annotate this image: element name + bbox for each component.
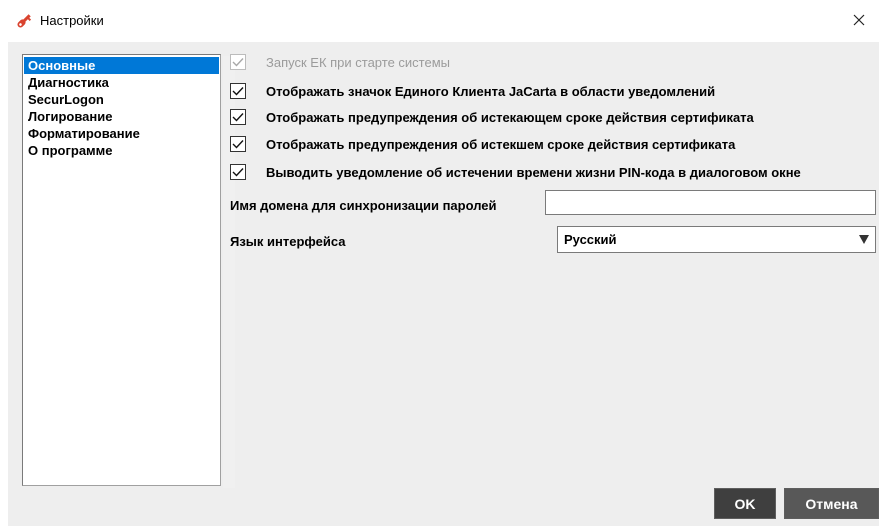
tray-icon-checkbox[interactable]: [230, 83, 246, 99]
check-icon: [232, 140, 244, 149]
sidebar-item-formatting[interactable]: Форматирование: [24, 125, 219, 142]
option-autostart[interactable]: Запуск ЕК при старте системы: [230, 52, 450, 72]
cancel-button[interactable]: Отмена: [784, 488, 879, 519]
window-title: Настройки: [40, 13, 104, 28]
language-selected-value: Русский: [564, 232, 617, 247]
language-label: Язык интерфейса: [230, 234, 346, 249]
pin-lifetime-label: Выводить уведомление об истечении времен…: [266, 164, 801, 180]
settings-category-list[interactable]: Основные Диагностика SecurLogon Логирова…: [22, 54, 235, 488]
option-expiring-cert-warning[interactable]: Отображать предупреждения об истекающем …: [230, 107, 754, 127]
expired-cert-checkbox[interactable]: [230, 136, 246, 152]
sidebar-item-logging[interactable]: Логирование: [24, 108, 219, 125]
dropdown-arrow-icon: [858, 233, 870, 245]
autostart-label: Запуск ЕК при старте системы: [266, 54, 450, 70]
pin-lifetime-checkbox[interactable]: [230, 164, 246, 180]
sidebar-item-securlogon[interactable]: SecurLogon: [24, 91, 219, 108]
ok-button[interactable]: OK: [714, 488, 776, 519]
tray-icon-label: Отображать значок Единого Клиента JaCart…: [266, 83, 716, 99]
close-button[interactable]: [839, 0, 879, 42]
check-icon: [232, 87, 244, 96]
sidebar-item-about[interactable]: О программе: [24, 142, 219, 159]
key-icon: [15, 12, 33, 30]
close-icon: [853, 14, 865, 29]
sidebar-item-general[interactable]: Основные: [24, 57, 219, 74]
autostart-checkbox[interactable]: [230, 54, 246, 70]
domain-name-input[interactable]: [545, 190, 876, 215]
sidebar-item-diagnostics[interactable]: Диагностика: [24, 74, 219, 91]
check-icon: [232, 168, 244, 177]
expiring-cert-label: Отображать предупреждения об истекающем …: [266, 109, 754, 125]
option-pin-lifetime-notice[interactable]: Выводить уведомление об истечении времен…: [230, 162, 801, 182]
domain-field-label: Имя домена для синхронизации паролей: [230, 198, 497, 213]
language-select[interactable]: Русский: [557, 226, 876, 253]
check-icon: [232, 58, 244, 67]
option-expired-cert-warning[interactable]: Отображать предупреждения об истекшем ср…: [230, 134, 735, 154]
check-icon: [232, 113, 244, 122]
expired-cert-label: Отображать предупреждения об истекшем ср…: [266, 136, 736, 152]
expiring-cert-checkbox[interactable]: [230, 109, 246, 125]
title-bar: Настройки: [0, 0, 879, 42]
option-tray-icon[interactable]: Отображать значок Единого Клиента JaCart…: [230, 81, 715, 101]
